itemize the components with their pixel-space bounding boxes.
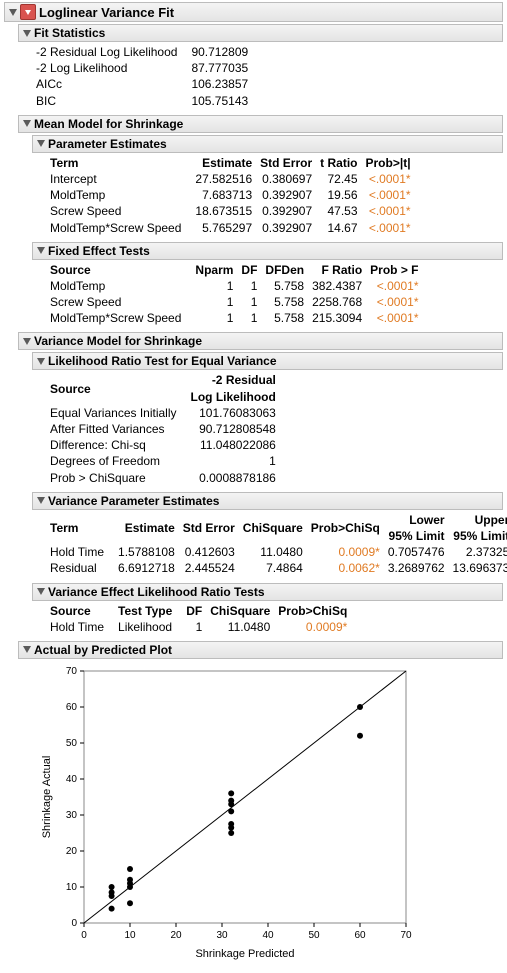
chevron-down-icon [23,646,31,653]
section-title: Actual by Predicted Plot [34,643,172,657]
likelihood-ratio-test-header[interactable]: Likelihood Ratio Test for Equal Variance [32,352,503,370]
variance-effect-lrt-table: Source Test Type DF ChiSquare Prob>ChiSq… [50,603,355,635]
svg-text:Shrinkage Predicted: Shrinkage Predicted [195,948,294,960]
section-title: Mean Model for Shrinkage [34,117,183,131]
chevron-down-icon [23,338,31,345]
svg-text:20: 20 [170,930,182,941]
fit-statistics-table: -2 Residual Log Likelihood90.712809 -2 L… [36,44,256,109]
actual-by-predicted-plot[interactable]: 0 10 20 30 40 50 60 70 0 10 20 30 40 50 60 70 Shrinkage … [36,663,503,963]
svg-text:40: 40 [262,930,274,941]
svg-text:10: 10 [124,930,136,941]
section-title: Variance Effect Likelihood Ratio Tests [48,585,265,599]
variance-model-header[interactable]: Variance Model for Shrinkage [18,332,503,350]
section-title: Fit Statistics [34,26,105,40]
chevron-down-icon [23,30,31,37]
chevron-down-icon [37,358,45,365]
panel-title: Loglinear Variance Fit [39,5,174,20]
svg-text:60: 60 [354,930,366,941]
loglinear-variance-fit-header[interactable]: Loglinear Variance Fit [4,2,503,22]
svg-text:60: 60 [66,702,78,713]
chevron-down-icon [37,247,45,254]
mean-model-header[interactable]: Mean Model for Shrinkage [18,115,503,133]
svg-text:40: 40 [66,774,78,785]
svg-text:30: 30 [216,930,228,941]
fixed-effect-tests-header[interactable]: Fixed Effect Tests [32,242,503,260]
svg-text:10: 10 [66,882,78,893]
svg-text:0: 0 [71,918,77,929]
actual-by-predicted-header[interactable]: Actual by Predicted Plot [18,641,503,659]
options-menu-icon[interactable] [20,4,36,20]
variance-effect-lrt-header[interactable]: Variance Effect Likelihood Ratio Tests [32,583,503,601]
parameter-estimates-header[interactable]: Parameter Estimates [32,135,503,153]
svg-text:20: 20 [66,846,78,857]
fixed-effect-tests-table: Source Nparm DF DFDen F Ratio Prob > F M… [50,262,427,327]
svg-text:50: 50 [66,738,78,749]
fit-statistics-header[interactable]: Fit Statistics [18,24,503,42]
svg-text:30: 30 [66,810,78,821]
chevron-down-icon [37,140,45,147]
likelihood-ratio-test-table: Source -2 Residual Log Likelihood Equal … [50,372,284,485]
section-title: Parameter Estimates [48,137,167,151]
section-title: Fixed Effect Tests [48,244,150,258]
svg-text:50: 50 [308,930,320,941]
svg-text:70: 70 [400,930,412,941]
section-title: Variance Model for Shrinkage [34,334,202,348]
chevron-down-icon [37,497,45,504]
svg-text:0: 0 [81,930,87,941]
chevron-down-icon [37,588,45,595]
parameter-estimates-table: Term Estimate Std Error t Ratio Prob>|t|… [50,155,419,236]
section-title: Variance Parameter Estimates [48,494,219,508]
svg-text:70: 70 [66,666,78,677]
section-title: Likelihood Ratio Test for Equal Variance [48,354,277,368]
variance-parameter-estimates-header[interactable]: Variance Parameter Estimates [32,492,503,510]
chevron-down-icon [23,120,31,127]
variance-parameter-estimates-table: Term Estimate Std Error ChiSquare Prob>C… [50,512,507,577]
chevron-down-icon [9,9,17,16]
svg-text:Shrinkage Actual: Shrinkage Actual [41,756,53,839]
